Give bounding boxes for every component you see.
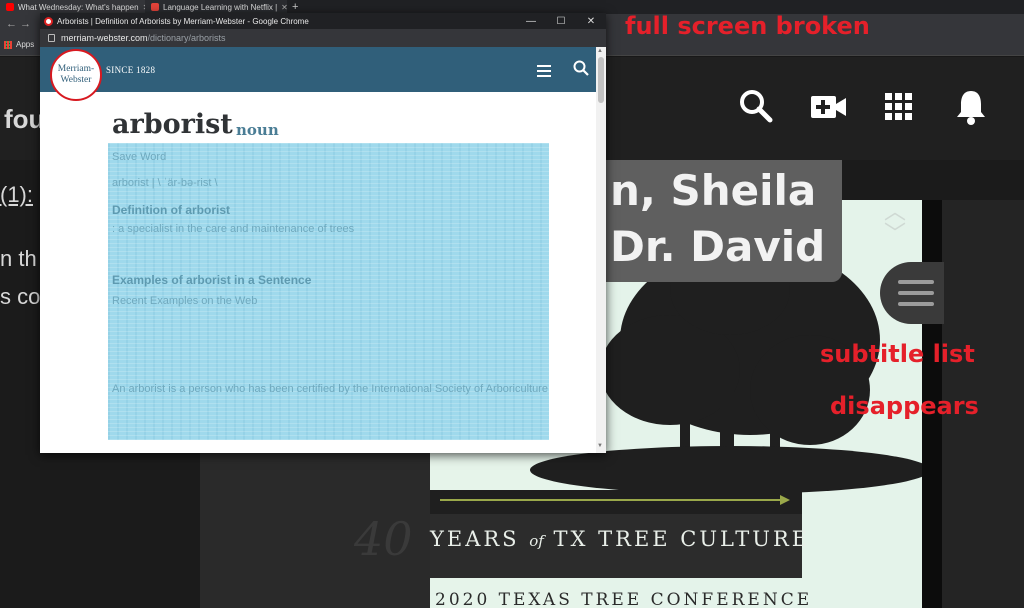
- lock-icon: [48, 34, 55, 42]
- menu-icon[interactable]: [898, 280, 934, 306]
- apps-grid-icon: [4, 40, 12, 49]
- search-icon[interactable]: [738, 88, 774, 124]
- merriam-webster-favicon-icon: [44, 16, 53, 26]
- scrollbar-thumb[interactable]: [598, 57, 604, 103]
- scroll-down-icon[interactable]: ▼: [597, 443, 603, 449]
- popup-scrollbar[interactable]: [596, 47, 606, 453]
- logo-line-2: Webster: [60, 75, 92, 85]
- partial-text-2[interactable]: (1):: [0, 182, 33, 208]
- subtitle-line-1: n, Sheila: [610, 166, 817, 215]
- youtube-favicon-icon: [6, 3, 14, 11]
- blurred-line: Definition of arborist: [112, 203, 230, 217]
- subtitle-line-2: Dr. David: [610, 222, 826, 271]
- headword: arborist: [112, 109, 233, 140]
- maximize-button[interactable]: ☐: [546, 16, 576, 27]
- hamburger-menu-icon[interactable]: [537, 65, 551, 77]
- background-tab-1[interactable]: What Wednesday: What's happen ✕: [0, 0, 145, 14]
- annotation-full-screen-broken: full screen broken: [625, 12, 870, 40]
- close-icon[interactable]: ✕: [281, 3, 287, 12]
- apps-bookmark[interactable]: Apps: [4, 40, 34, 49]
- banner-text: YEARS of TX TREE CULTURE: [430, 527, 810, 551]
- background-tab-1-title: What Wednesday: What's happen: [18, 2, 139, 12]
- blurred-definition-area: Save Word arborist | \ ˈär-bə-rist \ Def…: [108, 143, 549, 440]
- search-icon[interactable]: [573, 60, 589, 76]
- scroll-up-icon[interactable]: ▲: [597, 48, 603, 54]
- bell-icon[interactable]: [954, 88, 988, 126]
- logo-line-1: Merriam-: [57, 64, 95, 74]
- partial-text-1: fou: [4, 104, 45, 134]
- since-label: SINCE 1828: [106, 65, 156, 75]
- partial-text-3: n th: [0, 246, 37, 271]
- banner-text-pre: YEARS: [430, 527, 530, 551]
- blurred-line: Examples of arborist in a Sentence: [112, 273, 312, 287]
- apps-label: Apps: [16, 40, 35, 49]
- popup-title-bar[interactable]: Arborists | Definition of Arborists by M…: [40, 13, 606, 29]
- background-tab-2[interactable]: Language Learning with Netflix | ✕: [145, 0, 287, 14]
- back-forward-icon[interactable]: ← →: [6, 18, 31, 30]
- conference-text: 2020 TEXAS TREE CONFERENCE: [435, 590, 813, 608]
- blurred-line: An arborist is a person who has been cer…: [112, 383, 548, 395]
- llm-favicon-icon: [151, 3, 159, 11]
- blurred-line: Save Word: [112, 151, 167, 163]
- add-video-icon[interactable]: [810, 92, 848, 122]
- popup-window-title: Arborists | Definition of Arborists by M…: [57, 16, 309, 26]
- background-tab-2-title: Language Learning with Netflix |: [163, 2, 278, 12]
- blurred-line: : a specialist in the care and maintenan…: [112, 223, 355, 235]
- chevron-down-icon[interactable]: ﹀: [884, 216, 906, 248]
- close-button[interactable]: ✕: [576, 16, 606, 27]
- new-tab-button[interactable]: +: [292, 0, 298, 14]
- minimize-button[interactable]: —: [516, 16, 546, 27]
- banner-years-number: 40: [354, 512, 413, 566]
- url-path: /dictionary/arborists: [147, 33, 226, 43]
- blurred-line: arborist | \ ˈär-bə-rist \: [112, 177, 218, 189]
- annotation-subtitle-list: subtitle list: [820, 340, 975, 368]
- url-host: merriam-webster.com: [61, 33, 148, 43]
- popup-address-bar[interactable]: merriam-webster.com/dictionary/arborists: [40, 29, 606, 47]
- blurred-line: Recent Examples on the Web: [112, 295, 258, 307]
- popup-browser-window[interactable]: Arborists | Definition of Arborists by M…: [40, 13, 606, 453]
- annotation-disappears: disappears: [830, 392, 979, 420]
- merriam-webster-logo[interactable]: Merriam- Webster: [50, 49, 102, 101]
- banner-text-post: TX TREE CULTURE: [543, 527, 811, 551]
- banner-text-of: of: [529, 532, 544, 550]
- partial-text-4: s co: [0, 284, 41, 309]
- apps-grid-icon[interactable]: [884, 92, 914, 122]
- part-of-speech: noun: [236, 121, 279, 139]
